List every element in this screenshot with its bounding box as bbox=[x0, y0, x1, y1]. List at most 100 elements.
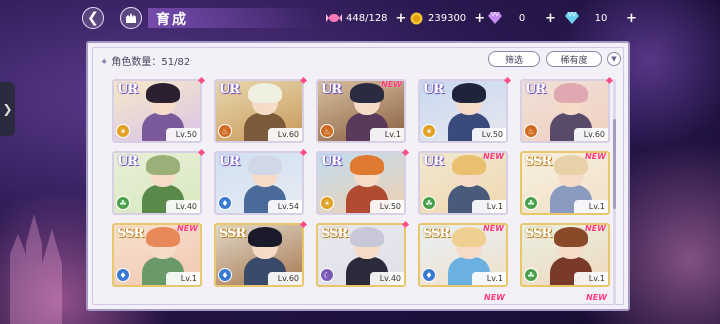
level-label: Lv.40 bbox=[166, 200, 200, 213]
leaf-icon: ☘ bbox=[524, 268, 538, 282]
portrait-hair bbox=[350, 155, 384, 175]
new-badge: NEW bbox=[381, 80, 402, 89]
coin-add-button[interactable]: + bbox=[474, 11, 485, 26]
character-count-text: 角色数量：51/82 bbox=[111, 57, 191, 68]
drop-icon: ♦ bbox=[218, 268, 232, 282]
candy-icon bbox=[326, 10, 342, 26]
stamina-counter: 448/128 + bbox=[326, 10, 406, 26]
portrait-hair bbox=[146, 155, 180, 175]
gem-b-value: 10 bbox=[594, 12, 608, 24]
castle-silhouette bbox=[10, 214, 62, 324]
rarity-badge: UR bbox=[219, 82, 240, 97]
diamond-icon bbox=[564, 10, 580, 26]
scrollbar-thumb[interactable] bbox=[613, 119, 616, 209]
level-label: Lv.54 bbox=[268, 200, 302, 213]
portrait-hair bbox=[146, 227, 180, 247]
flame-icon: ♨ bbox=[524, 124, 538, 138]
top-bar: ❮ 育成 448/128 + 239300 + 0 + 10 + bbox=[0, 0, 720, 36]
portrait-hair bbox=[350, 227, 384, 247]
coin-icon bbox=[408, 10, 424, 26]
new-badge: NEW bbox=[586, 293, 607, 302]
character-card[interactable]: UR ♨ Lv.60 bbox=[520, 79, 610, 143]
portrait-hair bbox=[452, 227, 486, 247]
character-card[interactable]: UR ♨ Lv.1 NEW bbox=[316, 79, 406, 143]
gem-b-add-button[interactable]: + bbox=[626, 11, 637, 26]
rarity-badge: SSR bbox=[525, 154, 552, 169]
chevron-right-icon: ❯ bbox=[2, 102, 13, 116]
level-label: Lv.1 bbox=[574, 272, 608, 285]
gem-b-counter: 10 + bbox=[564, 10, 637, 26]
character-card[interactable]: SSR ☘ Lv.1 NEW bbox=[520, 223, 610, 287]
character-card[interactable]: SSR ☘ Lv.1 NEW bbox=[520, 151, 610, 215]
rarity-badge: UR bbox=[321, 82, 342, 97]
sun-icon: ☀ bbox=[422, 124, 436, 138]
leaf-icon: ☘ bbox=[116, 196, 130, 210]
portrait-hair bbox=[350, 83, 384, 103]
portrait-hair bbox=[248, 155, 282, 175]
castle-home-icon bbox=[126, 13, 136, 23]
sun-icon: ☀ bbox=[116, 124, 130, 138]
character-panel: ✦ 角色数量：51/82 筛选 稀有度 ▼ UR ☀ Lv.50 UR ♨ Lv.60 UR ♨… bbox=[86, 41, 630, 311]
character-card[interactable]: SSR ♦ Lv.60 bbox=[214, 223, 304, 287]
rarity-badge: UR bbox=[423, 154, 444, 169]
character-card[interactable]: SSR ♦ Lv.1 NEW bbox=[418, 223, 508, 287]
chevron-down-icon: ▼ bbox=[611, 55, 617, 63]
sparkle-icon: ✦ bbox=[100, 57, 109, 68]
side-drawer-toggle[interactable]: ❯ bbox=[0, 82, 15, 136]
flame-icon: ♨ bbox=[218, 124, 232, 138]
character-card[interactable]: SSR ♦ Lv.1 NEW bbox=[112, 223, 202, 287]
stamina-value: 448/128 bbox=[346, 12, 388, 24]
scrollbar[interactable] bbox=[613, 79, 616, 305]
level-label: Lv.1 bbox=[472, 200, 506, 213]
drop-icon: ♦ bbox=[422, 268, 436, 282]
character-card[interactable]: UR ☘ Lv.1 NEW bbox=[418, 151, 508, 215]
sun-icon: ☀ bbox=[320, 196, 334, 210]
level-label: Lv.60 bbox=[268, 128, 302, 141]
level-label: Lv.1 bbox=[166, 272, 200, 285]
filter-button[interactable]: 筛选 bbox=[488, 51, 540, 67]
portrait-hair bbox=[452, 83, 486, 103]
portrait-hair bbox=[248, 83, 282, 103]
page-title: 育成 bbox=[156, 12, 188, 28]
character-card[interactable]: UR ☀ Lv.50 bbox=[316, 151, 406, 215]
flame-icon: ♨ bbox=[320, 124, 334, 138]
level-label: Lv.1 bbox=[370, 128, 404, 141]
character-count: ✦ 角色数量：51/82 bbox=[100, 53, 190, 68]
moon-icon: ☾ bbox=[320, 268, 334, 282]
level-label: Lv.60 bbox=[574, 128, 608, 141]
character-card[interactable]: UR ♦ Lv.54 bbox=[214, 151, 304, 215]
level-label: Lv.1 bbox=[574, 200, 608, 213]
home-button[interactable] bbox=[120, 7, 142, 29]
coin-counter: 239300 + bbox=[408, 10, 485, 26]
portrait-hair bbox=[554, 227, 588, 247]
new-badge: NEW bbox=[483, 224, 504, 233]
sort-rarity-button[interactable]: 稀有度 bbox=[546, 51, 602, 67]
portrait-hair bbox=[146, 83, 180, 103]
gem-a-add-button[interactable]: + bbox=[545, 11, 556, 26]
rarity-badge: UR bbox=[117, 82, 138, 97]
rarity-badge: SSR bbox=[321, 226, 348, 241]
character-card[interactable]: UR ☀ Lv.50 bbox=[418, 79, 508, 143]
rarity-badge: SSR bbox=[117, 226, 144, 241]
gem-a-value: 0 bbox=[518, 12, 526, 24]
portrait-hair bbox=[452, 155, 486, 175]
new-badge: NEW bbox=[484, 293, 505, 302]
leaf-icon: ☘ bbox=[422, 196, 436, 210]
sort-order-button[interactable]: ▼ bbox=[607, 52, 621, 66]
portrait-hair bbox=[248, 227, 282, 247]
character-card[interactable]: UR ☘ Lv.40 bbox=[112, 151, 202, 215]
stamina-add-button[interactable]: + bbox=[396, 11, 407, 26]
level-label: Lv.1 bbox=[472, 272, 506, 285]
level-label: Lv.50 bbox=[370, 200, 404, 213]
new-badge: NEW bbox=[177, 224, 198, 233]
portrait-hair bbox=[554, 155, 588, 175]
level-label: Lv.50 bbox=[166, 128, 200, 141]
rarity-badge: SSR bbox=[219, 226, 246, 241]
character-card[interactable]: UR ☀ Lv.50 bbox=[112, 79, 202, 143]
level-label: Lv.50 bbox=[472, 128, 506, 141]
rarity-badge: UR bbox=[423, 82, 444, 97]
drop-icon: ♦ bbox=[218, 196, 232, 210]
character-card[interactable]: UR ♨ Lv.60 bbox=[214, 79, 304, 143]
back-button[interactable]: ❮ bbox=[82, 7, 104, 29]
character-card[interactable]: SSR ☾ Lv.40 bbox=[316, 223, 406, 287]
